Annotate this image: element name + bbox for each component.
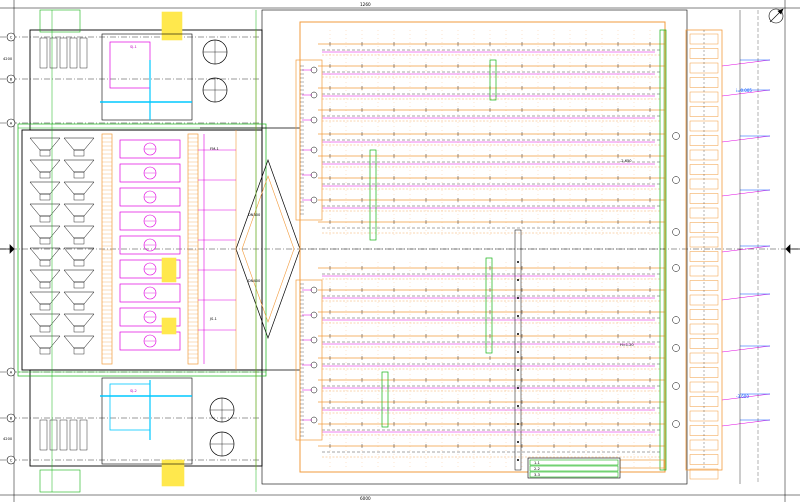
tag-bubble-icon xyxy=(672,382,680,390)
title-row: 2-2 xyxy=(534,467,540,471)
grid-bubble: B xyxy=(6,413,16,423)
title-block: 1-1 2-2 3-3 xyxy=(527,457,621,479)
yellow-pad xyxy=(161,317,177,335)
tag-bubble-icon xyxy=(672,264,680,272)
bolt-icon xyxy=(517,351,519,353)
dim-bottom-label: 6000 xyxy=(360,496,371,501)
title-row: 3-3 xyxy=(534,473,540,477)
title-row: 1-1 xyxy=(534,461,540,465)
note-c: -2.650 xyxy=(620,159,632,163)
tag-bubble-icon xyxy=(672,176,680,184)
bolt-icon xyxy=(517,261,519,263)
tag-bubble-icon xyxy=(672,228,680,236)
tag-bubble-icon xyxy=(672,316,680,324)
dim-top-label: 1260 xyxy=(360,2,371,7)
bolt-icon xyxy=(517,387,519,389)
bolt-icon xyxy=(517,297,519,299)
yellow-pad xyxy=(161,257,177,283)
bolt-icon xyxy=(517,369,519,371)
box-tag: JS-1 xyxy=(209,317,217,321)
grid-bubble: A xyxy=(6,367,16,377)
bolt-icon xyxy=(517,405,519,407)
tag-bubble-icon xyxy=(672,420,680,428)
grid-bubble: A xyxy=(6,118,16,128)
tag-bubble-icon xyxy=(672,132,680,140)
dim-left-upper-label: 4200 xyxy=(3,57,13,61)
dim-left-lower-label: 4200 xyxy=(3,437,13,441)
bolt-icon xyxy=(517,279,519,281)
bolt-icon xyxy=(517,333,519,335)
note-b: -3.600 xyxy=(736,394,749,399)
note-d: H=1.20 xyxy=(620,343,634,347)
tank-tag-a: SJ-1 xyxy=(130,45,137,49)
bolt-icon xyxy=(517,441,519,443)
tag-bubble-icon xyxy=(672,344,680,352)
valve-tag: FM-1 xyxy=(210,147,219,151)
pipe-tag: DN300 xyxy=(248,213,261,217)
bolt-icon xyxy=(517,459,519,461)
yellow-pad xyxy=(161,11,183,41)
grid-bubble: C xyxy=(6,32,16,42)
pipe-tag-2: DN400 xyxy=(248,279,261,283)
bolt-icon xyxy=(517,423,519,425)
grid-bubble: B xyxy=(6,74,16,84)
bolt-icon xyxy=(517,315,519,317)
note-a: i=0.005 xyxy=(736,88,752,93)
grid-bubble: C xyxy=(6,455,16,465)
tank-tag-b: SJ-2 xyxy=(130,389,137,393)
cad-drawing-canvas[interactable]: C B A A B C 1260 6000 4200 4200 SJ-1 SJ-… xyxy=(0,0,800,502)
